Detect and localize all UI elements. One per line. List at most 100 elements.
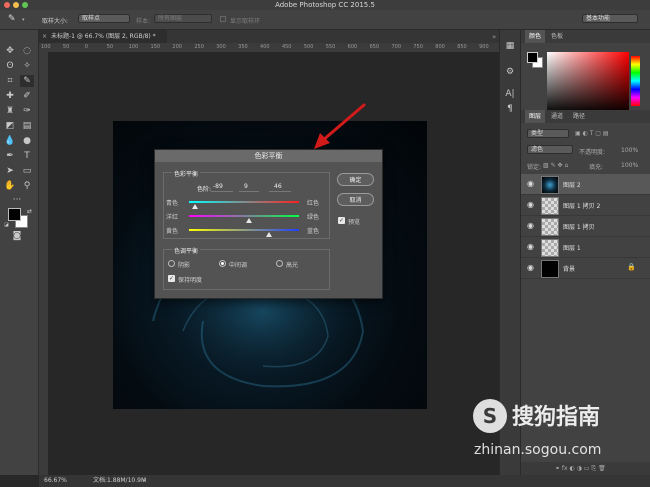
visibility-eye-icon[interactable]: ◉: [527, 221, 534, 230]
history-brush-icon[interactable]: ✑: [20, 105, 34, 117]
zoom-tool-icon[interactable]: ⚲: [20, 180, 34, 192]
level-input-cyan-red[interactable]: -89: [211, 182, 233, 192]
highlights-radio[interactable]: [276, 260, 283, 267]
visibility-eye-icon[interactable]: ◉: [527, 263, 534, 272]
magenta-label: 洋红: [166, 214, 179, 221]
visibility-eye-icon[interactable]: ◉: [527, 179, 534, 188]
sample-select[interactable]: 所有图层: [154, 14, 212, 23]
preview-checkbox[interactable]: ✓: [338, 217, 345, 224]
preserve-luminosity-label: 保持明度: [178, 277, 203, 284]
eyedropper-tool-icon[interactable]: ✎: [8, 14, 16, 24]
preserve-luminosity-checkbox[interactable]: ✓: [168, 275, 175, 282]
swap-colors-icon[interactable]: ⇄: [27, 208, 32, 215]
healing-brush-icon[interactable]: ✚: [3, 90, 17, 102]
tone-balance-group-label: 色调平衡: [172, 246, 201, 255]
clone-stamp-icon[interactable]: ♜: [3, 105, 17, 117]
tab-color[interactable]: 颜色: [525, 30, 546, 43]
pen-tool-icon[interactable]: ✒: [3, 150, 17, 162]
layer-filter-icons[interactable]: ▣ ◐ T ▢ ▤: [575, 130, 609, 137]
dodge-tool-icon[interactable]: ●: [20, 135, 34, 147]
ruler-tick-label: 450: [281, 44, 292, 50]
layer-name[interactable]: 图层 1 拷贝: [563, 222, 595, 231]
type-tool-icon[interactable]: T: [20, 150, 34, 162]
visibility-eye-icon[interactable]: ◉: [527, 200, 534, 209]
document-info: 文档:1.88M/10.9M: [93, 477, 147, 484]
sample-size-select[interactable]: 取样点: [78, 14, 130, 23]
color-picker-field[interactable]: [547, 52, 629, 114]
layer-row[interactable]: ◉ 图层 1 拷贝 2: [521, 195, 650, 216]
layers-footer-icons[interactable]: ⚭ fx ◐ ◑ ▭ ⎘ 🗑: [521, 462, 650, 475]
document-tab[interactable]: × 未标题-1 @ 66.7% (图层 2, RGB/8) *: [39, 30, 167, 43]
yellow-label: 黄色: [166, 228, 179, 235]
app-title: Adobe Photoshop CC 2015.5: [275, 1, 375, 9]
tab-channels[interactable]: 通道: [547, 110, 567, 123]
quick-mask-icon[interactable]: ◙: [10, 230, 24, 242]
tab-swatches[interactable]: 色板: [547, 30, 567, 43]
close-tab-icon[interactable]: ×: [42, 30, 47, 43]
foreground-color-swatch[interactable]: [8, 208, 21, 221]
shape-tool-icon[interactable]: ▭: [20, 165, 34, 177]
layer-name[interactable]: 图层 1 拷贝 2: [563, 201, 600, 210]
lock-icons[interactable]: ▧ ✎ ✥ ⌂: [543, 162, 568, 169]
cyan-red-slider-thumb[interactable]: [192, 204, 199, 209]
layer-name[interactable]: 背景: [563, 264, 575, 273]
layer-filter-select[interactable]: 类型: [527, 129, 569, 138]
highlights-label: 高光: [286, 262, 299, 269]
ruler-tick-label: 900: [479, 44, 489, 50]
magenta-green-slider-thumb[interactable]: [245, 218, 252, 223]
layer-name[interactable]: 图层 2: [563, 180, 581, 189]
level-input-magenta-green[interactable]: 9: [239, 182, 259, 192]
fill-value[interactable]: 100%: [621, 162, 638, 169]
paragraph-panel-icon[interactable]: ¶: [503, 103, 517, 115]
levels-label: 色阶:: [197, 186, 212, 193]
lasso-tool-icon[interactable]: ʘ: [3, 60, 17, 72]
blend-mode-select[interactable]: 滤色: [527, 145, 573, 154]
panel-foreground-swatch[interactable]: [527, 52, 538, 63]
yellow-blue-slider-thumb[interactable]: [266, 232, 273, 237]
character-panel-icon[interactable]: A|: [503, 88, 517, 100]
more-tools-icon[interactable]: ···: [10, 194, 24, 206]
ruler-tick-label: 50: [62, 44, 70, 50]
layer-row[interactable]: ◉ 背景 🔒: [521, 258, 650, 279]
red-label: 红色: [307, 200, 320, 207]
quick-select-tool-icon[interactable]: ✧: [20, 60, 34, 72]
layer-row[interactable]: ◉ 图层 1: [521, 237, 650, 258]
eyedropper-icon[interactable]: ✎: [20, 75, 34, 87]
workspace-select[interactable]: 基本功能: [582, 14, 638, 23]
tab-layers[interactable]: 图层: [525, 110, 546, 123]
opacity-label: 不透明度:: [579, 149, 606, 156]
crop-tool-icon[interactable]: ⌗: [3, 75, 17, 87]
blur-tool-icon[interactable]: 💧: [3, 135, 17, 147]
show-ring-checkbox[interactable]: [220, 16, 226, 22]
marquee-tool-icon[interactable]: ◌: [20, 45, 34, 57]
shadows-radio[interactable]: [168, 260, 175, 267]
yellow-blue-slider-track[interactable]: [189, 229, 299, 231]
magenta-green-slider-track[interactable]: [189, 215, 299, 217]
midtones-radio[interactable]: [219, 260, 226, 267]
cyan-red-slider-track[interactable]: [189, 201, 299, 203]
move-tool-icon[interactable]: ✥: [3, 45, 17, 57]
zoom-readout[interactable]: 66.67%: [44, 475, 67, 487]
collapse-panels-icon[interactable]: »: [492, 33, 496, 41]
gradient-tool-icon[interactable]: ▤: [20, 120, 34, 132]
default-colors-icon[interactable]: ◪: [4, 222, 9, 228]
level-input-yellow-blue[interactable]: 46: [269, 182, 291, 192]
ok-button[interactable]: 确定: [337, 173, 374, 186]
tab-paths[interactable]: 路径: [569, 110, 589, 123]
brush-tool-icon[interactable]: ✐: [20, 90, 34, 102]
layer-name[interactable]: 图层 1: [563, 243, 581, 252]
eraser-tool-icon[interactable]: ◩: [3, 120, 17, 132]
layer-row[interactable]: ◉ 图层 1 拷贝: [521, 216, 650, 237]
hue-slider[interactable]: [631, 56, 640, 106]
annotation-arrow: [314, 103, 366, 149]
path-select-icon[interactable]: ➤: [3, 165, 17, 177]
history-panel-icon[interactable]: ▦: [503, 40, 517, 52]
tool-preset-chevron-icon[interactable]: ▾: [22, 17, 25, 23]
adjustments-panel-icon[interactable]: ⚙: [503, 66, 517, 78]
hand-tool-icon[interactable]: ✋: [3, 180, 17, 192]
opacity-value[interactable]: 100%: [621, 147, 638, 154]
status-menu-arrow-icon[interactable]: ▸: [143, 475, 146, 487]
layer-row[interactable]: ◉ 图层 2: [521, 174, 650, 195]
visibility-eye-icon[interactable]: ◉: [527, 242, 534, 251]
cancel-button[interactable]: 取消: [337, 193, 374, 206]
